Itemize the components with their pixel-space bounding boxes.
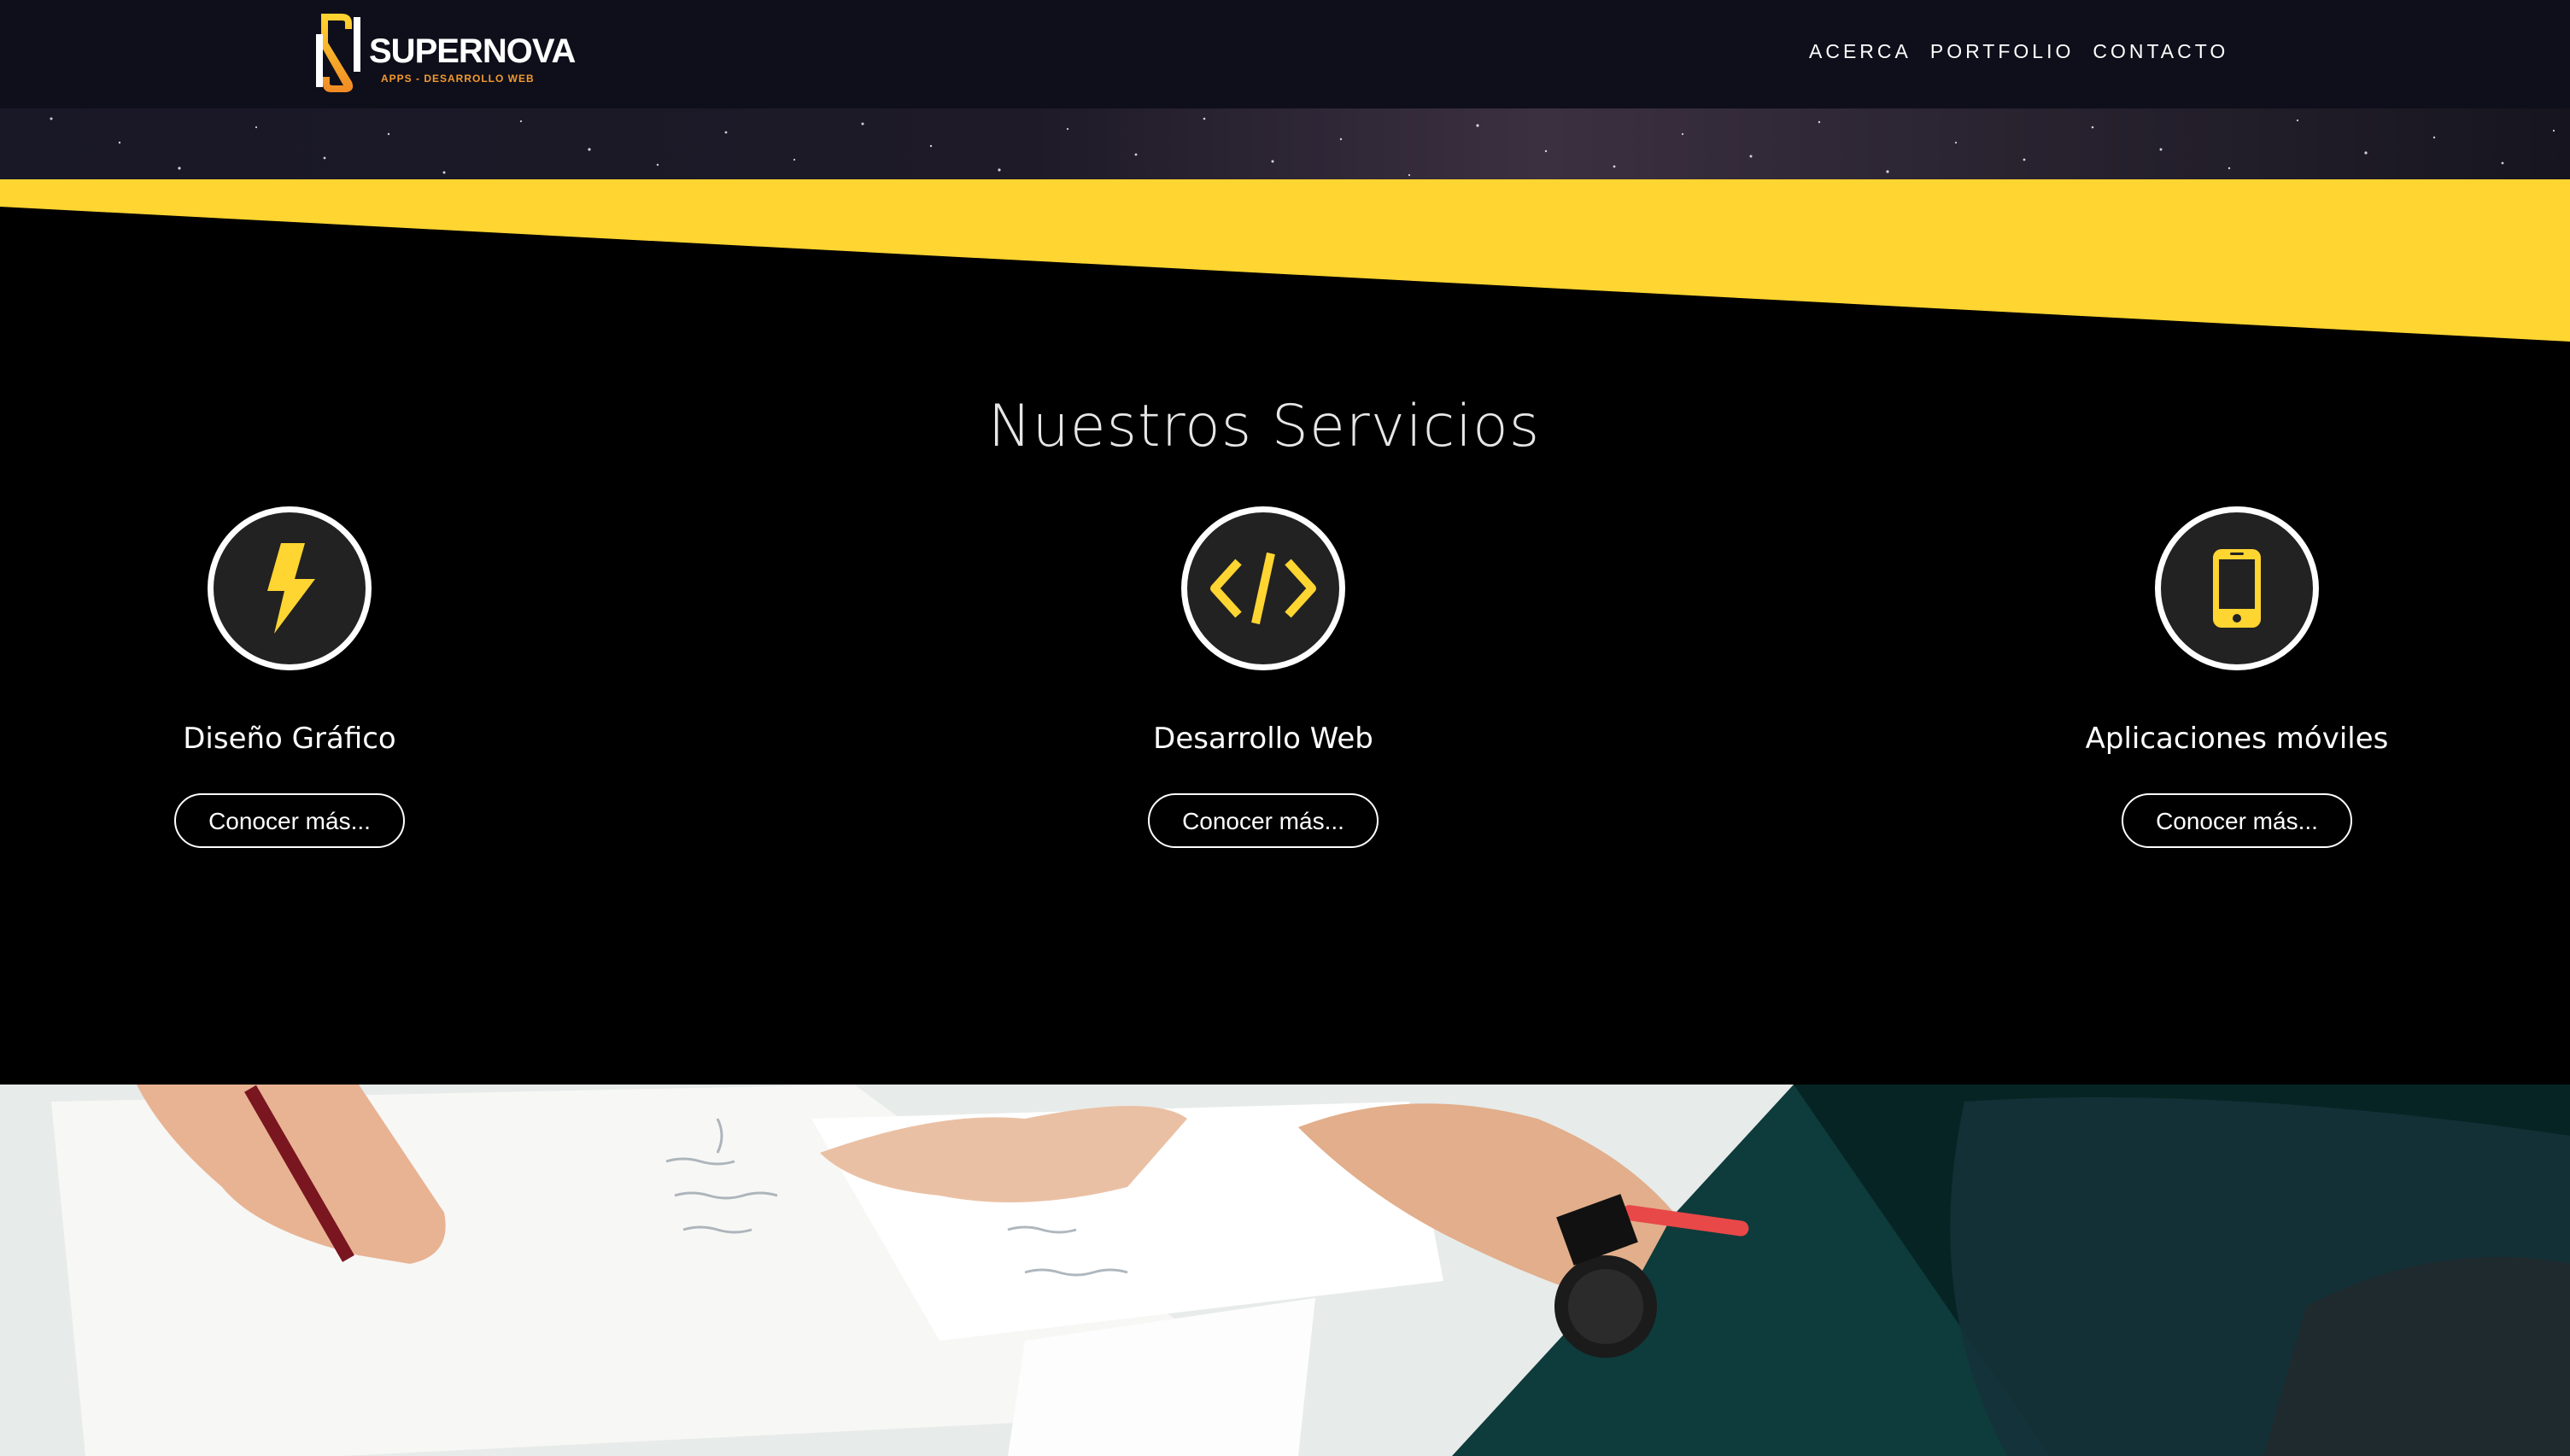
- service-icon-circle: [1181, 506, 1345, 670]
- services-title: Nuestros Servicios: [987, 393, 1541, 461]
- starfield-stars: [50, 117, 2555, 177]
- main-nav: ACERCA PORTFOLIO CONTACTO: [1809, 40, 2228, 63]
- smartphone-icon: [2213, 549, 2261, 628]
- service-icon-circle: [208, 506, 372, 670]
- service-name: Aplicaciones móviles: [2085, 722, 2389, 756]
- photo-illustration: [0, 1085, 2570, 1456]
- brand-logo[interactable]: SUPERNOVA APPS - DESARROLLO WEB: [313, 9, 576, 97]
- page: SUPERNOVA APPS - DESARROLLO WEB ACERCA P…: [0, 0, 2570, 1456]
- nav-link-contacto[interactable]: CONTACTO: [2093, 40, 2228, 63]
- nav-link-acerca[interactable]: ACERCA: [1809, 40, 1911, 63]
- learn-more-button[interactable]: Conocer más...: [1148, 793, 1379, 848]
- nav-link-portfolio[interactable]: PORTFOLIO: [1930, 40, 2075, 63]
- service-icon-circle: [2155, 506, 2319, 670]
- service-card-diseno: Diseño Gráfico Conocer más...: [110, 506, 469, 848]
- service-card-web: Desarrollo Web Conocer más...: [1084, 506, 1443, 848]
- navbar: SUPERNOVA APPS - DESARROLLO WEB ACERCA P…: [0, 0, 2570, 108]
- service-card-apps: Aplicaciones móviles Conocer más...: [2058, 506, 2416, 848]
- supernova-logo-icon: [316, 14, 360, 92]
- brand-name: SUPERNOVA: [369, 32, 576, 70]
- learn-more-button[interactable]: Conocer más...: [174, 793, 405, 848]
- lightning-icon: [267, 543, 315, 634]
- learn-more-button[interactable]: Conocer más...: [2122, 793, 2352, 848]
- team-working-photo: [0, 1085, 2570, 1456]
- brand-tagline: APPS - DESARROLLO WEB: [381, 73, 535, 85]
- code-icon: [1210, 552, 1316, 625]
- service-name: Desarrollo Web: [1153, 722, 1373, 756]
- yellow-accent-stripe: [0, 179, 2570, 342]
- hero-starfield-image: [0, 108, 2570, 182]
- service-name: Diseño Gráfico: [183, 722, 396, 756]
